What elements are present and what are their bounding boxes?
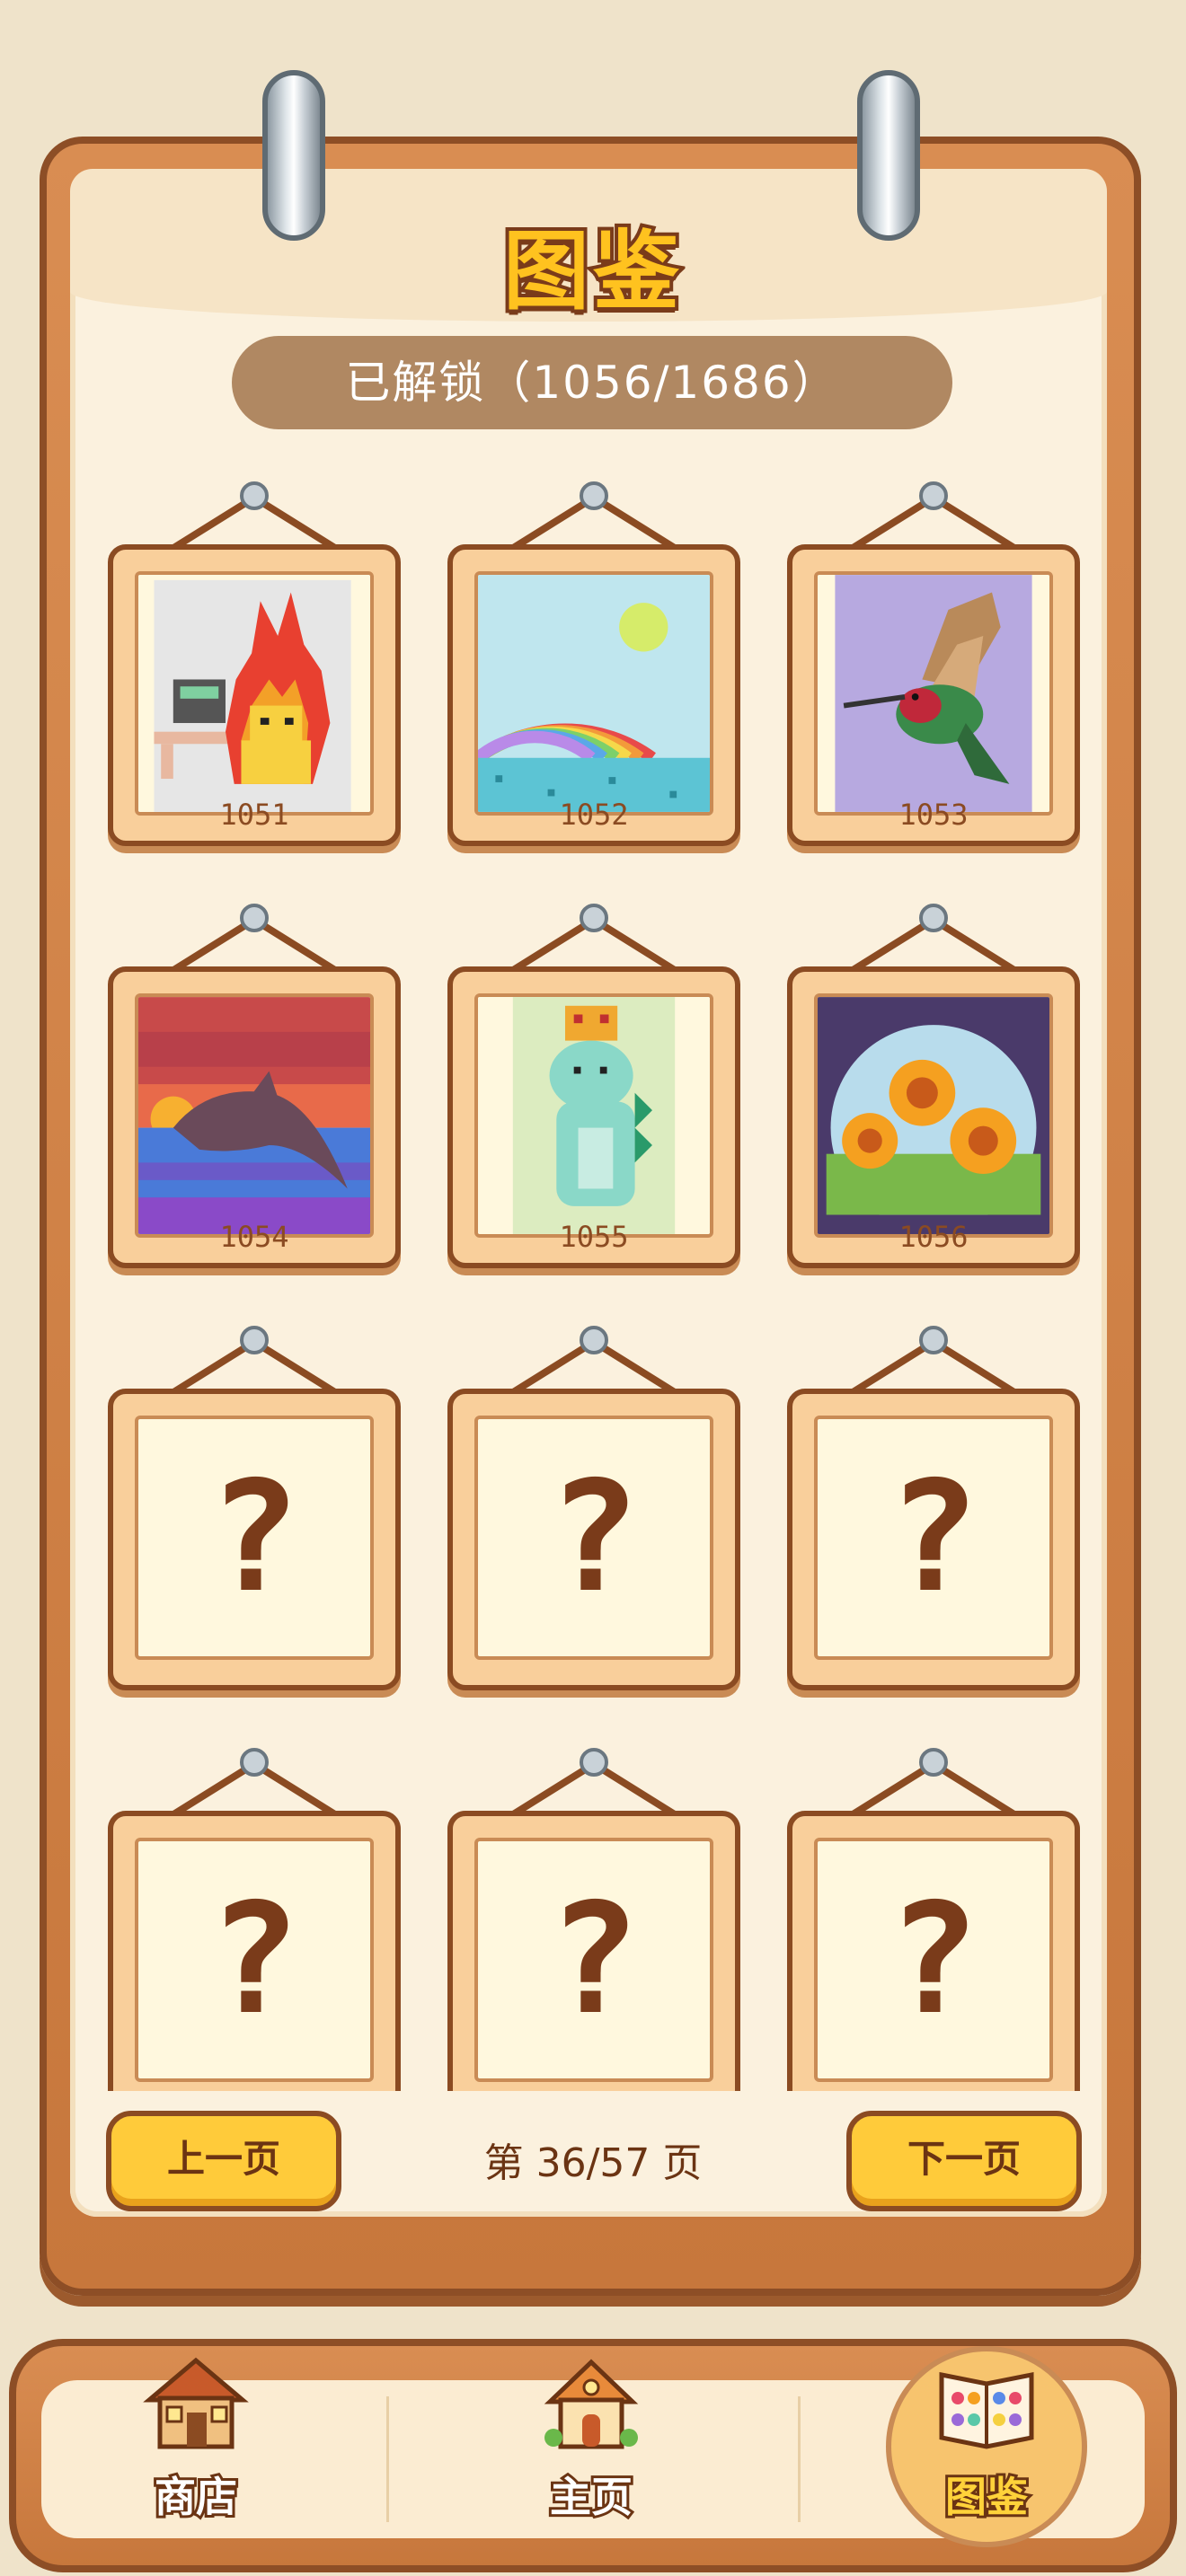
- item-number: 1054: [219, 1220, 289, 1254]
- picture-frame: 1056: [787, 966, 1080, 1268]
- pixel-art: [814, 571, 1053, 816]
- frame-hanger-icon: [847, 1748, 1020, 1820]
- frame-hanger-icon: [847, 1326, 1020, 1398]
- locked-item[interactable]: ?: [447, 1748, 740, 2091]
- picture-frame: 1053: [787, 544, 1080, 846]
- frame-hanger-icon: [168, 1326, 341, 1398]
- picture-frame: ?: [787, 1811, 1080, 2091]
- pixel-art: [135, 993, 374, 1238]
- frame-hanger-icon: [847, 481, 1020, 553]
- nav-label-shop: 商店: [152, 2470, 240, 2524]
- picture-frame: ?: [447, 1389, 740, 1690]
- frame-hanger-icon: [847, 904, 1020, 975]
- nav-item-shop[interactable]: 商店: [106, 2348, 286, 2545]
- locked-item[interactable]: ?: [787, 1748, 1080, 2091]
- question-mark-icon: ?: [547, 1871, 641, 2049]
- locked-placeholder: ?: [135, 1838, 374, 2082]
- dinosaur-icon: [478, 997, 710, 1234]
- locked-item[interactable]: ?: [108, 1326, 401, 1694]
- frame-hanger-icon: [168, 481, 341, 553]
- pixel-art: [474, 993, 713, 1238]
- pixel-art: [135, 571, 374, 816]
- collection-item[interactable]: 1051: [108, 481, 401, 850]
- picture-frame: ?: [447, 1811, 740, 2091]
- nav-divider: [386, 2396, 389, 2522]
- picture-frame: 1052: [447, 544, 740, 846]
- locked-placeholder: ?: [474, 1838, 713, 2082]
- frame-hanger-icon: [508, 1326, 680, 1398]
- collection-grid: 1051 1052 1053 1054 1055 1056 ? ? ? ? ? …: [70, 449, 1107, 2091]
- collection-item[interactable]: 1055: [447, 904, 740, 1272]
- fire-cat-icon: [138, 575, 370, 812]
- collection-item[interactable]: 1052: [447, 481, 740, 850]
- locked-placeholder: ?: [814, 1416, 1053, 1660]
- item-number: 1056: [898, 1220, 969, 1254]
- collection-item[interactable]: 1054: [108, 904, 401, 1272]
- hummingbird-icon: [818, 575, 1049, 812]
- unlock-progress-badge: 已解锁（1056/1686）: [232, 336, 952, 429]
- nav-item-home[interactable]: 主页: [501, 2348, 681, 2545]
- picture-frame: 1055: [447, 966, 740, 1268]
- item-number: 1055: [559, 1220, 629, 1254]
- picture-frame: 1051: [108, 544, 401, 846]
- sunflowers-icon: [818, 997, 1049, 1234]
- nav-label-home: 主页: [547, 2470, 635, 2524]
- dolphin-icon: [138, 997, 370, 1234]
- locked-placeholder: ?: [474, 1416, 713, 1660]
- picture-frame: ?: [108, 1389, 401, 1690]
- question-mark-icon: ?: [547, 1449, 641, 1627]
- frame-hanger-icon: [508, 1748, 680, 1820]
- picture-frame: ?: [787, 1389, 1080, 1690]
- nav-item-album[interactable]: 图鉴: [886, 2346, 1087, 2547]
- question-mark-icon: ?: [887, 1449, 980, 1627]
- shop-house-icon: [143, 2357, 249, 2449]
- pixel-art: [474, 571, 713, 816]
- locked-placeholder: ?: [814, 1838, 1053, 2082]
- frame-hanger-icon: [168, 904, 341, 975]
- nav-label-album: 图鉴: [943, 2470, 1031, 2524]
- locked-item[interactable]: ?: [108, 1748, 401, 2091]
- item-number: 1052: [559, 798, 629, 832]
- pixel-art: [814, 993, 1053, 1238]
- question-mark-icon: ?: [208, 1449, 301, 1627]
- home-cottage-icon: [544, 2359, 639, 2449]
- frame-hanger-icon: [508, 481, 680, 553]
- item-number: 1053: [898, 798, 969, 832]
- collection-item[interactable]: 1056: [787, 904, 1080, 1272]
- prev-page-button[interactable]: 上一页: [106, 2111, 341, 2211]
- rainbow-icon: [478, 575, 710, 812]
- page-title: 图鉴: [500, 217, 683, 325]
- frame-hanger-icon: [508, 904, 680, 975]
- picture-frame: ?: [108, 1811, 401, 2091]
- page-indicator: 第 36/57 页: [483, 2140, 703, 2186]
- locked-placeholder: ?: [135, 1416, 374, 1660]
- flower-book-icon: [939, 2371, 1034, 2449]
- item-number: 1051: [219, 798, 289, 832]
- picture-frame: 1054: [108, 966, 401, 1268]
- question-mark-icon: ?: [887, 1871, 980, 2049]
- frame-hanger-icon: [168, 1748, 341, 1820]
- locked-item[interactable]: ?: [447, 1326, 740, 1694]
- locked-item[interactable]: ?: [787, 1326, 1080, 1694]
- next-page-button[interactable]: 下一页: [846, 2111, 1082, 2211]
- nav-divider: [798, 2396, 801, 2522]
- collection-item[interactable]: 1053: [787, 481, 1080, 850]
- question-mark-icon: ?: [208, 1871, 301, 2049]
